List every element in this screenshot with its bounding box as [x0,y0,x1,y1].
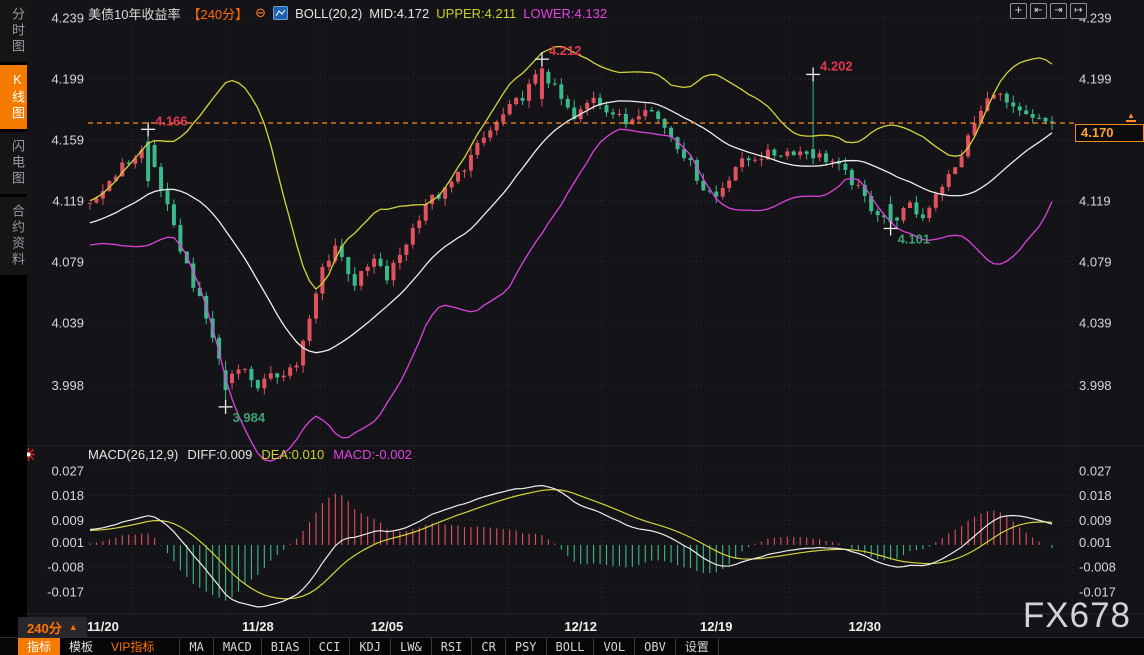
boll-label: BOLL(20,2) [295,6,362,21]
macd-axis-label: 0.018 [51,488,84,503]
date-axis-label: 12/12 [564,619,597,634]
price-axis-label: 4.119 [1079,194,1111,209]
zoom-left-icon[interactable]: ⇤ [1030,3,1047,19]
boll-lower-value: LOWER:4.132 [523,6,607,21]
macd-value: MACD:-0.002 [333,447,412,462]
price-axis-label: 4.159 [51,133,84,148]
instrument-title: 美债10年收益率 [88,4,180,23]
chevron-up-icon: ▲ [69,622,78,632]
date-axis-label: 11/20 [87,619,119,634]
zoom-right-icon[interactable]: ⇥ [1050,3,1067,19]
boll-upper-value: UPPER:4.211 [436,6,516,21]
price-annotation: 4.212 [549,43,582,58]
macd-axis-label: 0.027 [1079,463,1112,478]
period-selector[interactable]: 240分 ▲ [18,617,87,637]
macd-axis-label: -0.008 [1079,560,1116,575]
macd-axis-label: 0.009 [1079,513,1112,528]
date-axis-label: 11/28 [242,619,274,634]
macd-axis-label: -0.008 [47,560,84,575]
toolbar-item-VOL[interactable]: VOL [594,638,635,655]
toolbar-item-VIP指标[interactable]: VIP指标 [102,638,163,655]
price-axis-label: 4.079 [1079,255,1112,270]
collapse-icon[interactable]: ⊖ [255,7,266,19]
toolbar-item-MACD[interactable]: MACD [214,638,262,655]
price-axis-label: 4.199 [1079,72,1112,87]
date-axis-label: 12/30 [848,619,881,634]
price-annotation: 3.984 [233,410,266,425]
toolbar-item-指标[interactable]: 指标 [18,638,60,655]
toolbar-item-OBV[interactable]: OBV [635,638,676,655]
price-axis-label: 4.039 [51,316,84,331]
pan-icon[interactable]: + [1010,3,1027,19]
toolbar-item-RSI[interactable]: RSI [432,638,473,655]
sidebar-tab-分时图[interactable]: 分时图 [0,0,27,62]
macd-axis-label: 0.018 [1079,488,1112,503]
macd-header: MACD(26,12,9) DIFF:0.009 DEA:0.010 MACD:… [88,447,412,462]
toolbar-item-PSY[interactable]: PSY [506,638,547,655]
macd-params-label: MACD(26,12,9) [88,447,178,462]
macd-axis-label: 0.027 [51,463,84,478]
price-axis-label: 4.039 [1079,316,1112,331]
price-annotation: 4.101 [898,231,931,246]
price-marker-icon: ▲ [1126,111,1136,122]
period-selector-label: 240分 [27,618,62,637]
price-axis-label: 4.239 [51,11,84,26]
scroll-latest-icon[interactable]: ↦ [1070,3,1087,19]
trading-app-window: 4.2394.2394.1994.1994.1594.1194.1194.079… [0,0,1144,655]
watermark: FX678 [1023,596,1131,636]
period-label: 【240分】 [187,4,248,23]
chart-type-sidebar: 分时图 K线图闪电图合约资料 [0,0,27,655]
macd-diff-value: DIFF:0.009 [187,447,252,462]
macd-dea-value: DEA:0.010 [261,447,324,462]
sidebar-tab-K线图[interactable]: K线图 [0,65,27,129]
toolbar-item-CCI[interactable]: CCI [310,638,351,655]
sidebar-tab-闪电图[interactable]: 闪电图 [0,132,27,194]
price-axis-label: 3.998 [51,378,84,393]
macd-axis-label: -0.017 [47,584,84,599]
toolbar-item-LW&[interactable]: LW& [391,638,432,655]
toolbar-item-KDJ[interactable]: KDJ [350,638,391,655]
price-annotation: 4.202 [820,58,853,73]
price-axis-label: 3.998 [1079,378,1112,393]
sidebar-tab-合约资料[interactable]: 合约资料 [0,197,27,275]
boll-mid-value: MID:4.172 [369,6,429,21]
macd-axis-label: 0.001 [51,535,84,550]
macd-axis-label: 0.009 [51,513,84,528]
toolbar-item-BIAS[interactable]: BIAS [262,638,310,655]
date-axis-label: 12/05 [371,619,404,634]
chart-canvas[interactable]: 4.2394.2394.1994.1994.1594.1194.1194.079… [0,0,1144,655]
price-annotation: 4.166 [155,113,188,128]
chart-header: 美债10年收益率 【240分】 ⊖ BOLL(20,2) MID:4.172 U… [88,5,607,21]
boll-indicator-icon [273,6,288,20]
macd-axis-label: 0.001 [1079,535,1112,550]
toolbar-item-CR[interactable]: CR [472,638,505,655]
current-price-tag: 4.170 [1075,124,1144,142]
date-axis-label: 12/19 [700,619,733,634]
toolbar-item-模板[interactable]: 模板 [60,638,102,655]
price-axis-label: 4.199 [51,72,84,87]
price-axis-label: 4.079 [51,255,84,270]
toolbar-item-MA[interactable]: MA [179,638,213,655]
toolbar-item-设置[interactable]: 设置 [676,638,719,655]
toolbar-item-BOLL[interactable]: BOLL [547,638,595,655]
window-controls: +⇤⇥↦ [1010,3,1087,19]
indicator-toolbar: 指标模板VIP指标 MAMACDBIASCCIKDJLW&RSICRPSYBOLL… [0,637,1144,655]
price-axis-label: 4.119 [52,194,84,209]
